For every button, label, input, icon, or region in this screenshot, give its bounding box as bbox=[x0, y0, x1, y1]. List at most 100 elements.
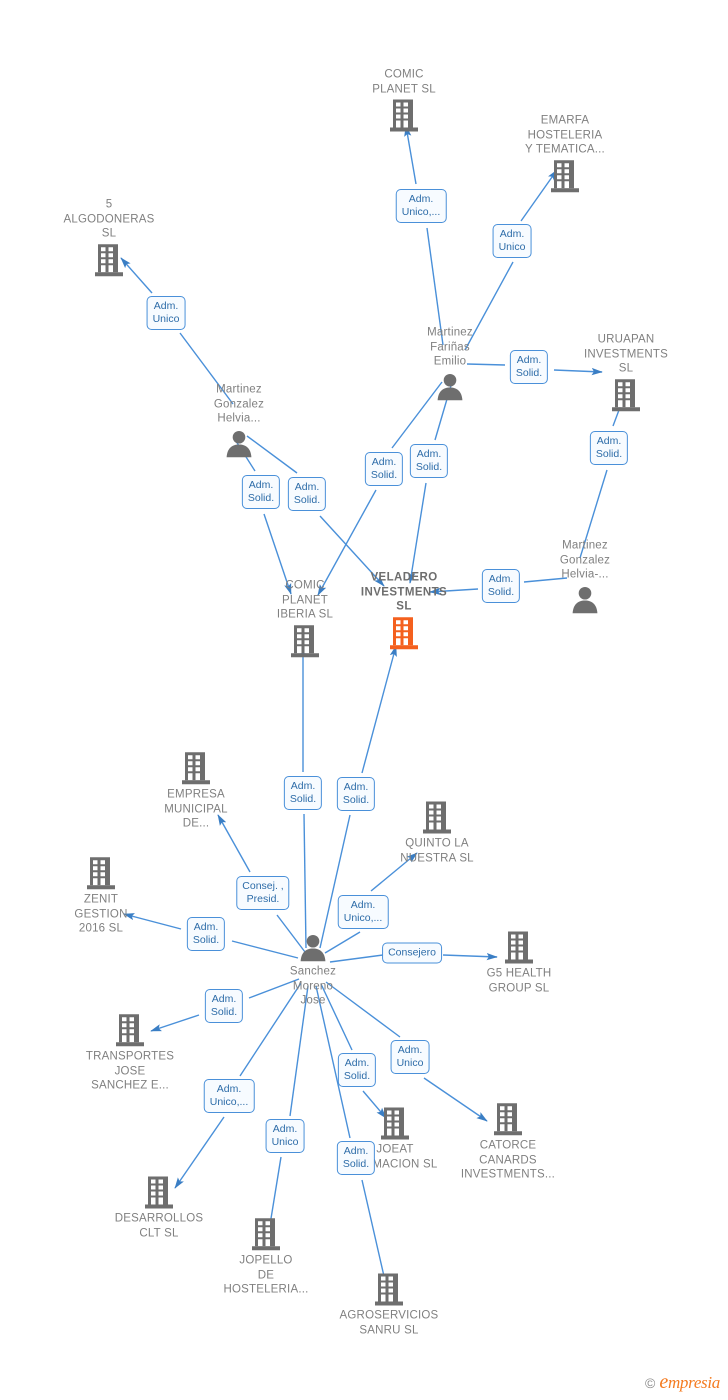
node-martinez_helvia2[interactable]: Martinez Gonzalez Helvia-... bbox=[515, 538, 655, 614]
building-icon bbox=[505, 931, 533, 964]
node-emarfa[interactable]: EMARFA HOSTELERIA Y TEMATICA... bbox=[495, 113, 635, 193]
building-icon bbox=[116, 1014, 144, 1047]
node-martinez_helvia[interactable]: Martinez Gonzalez Helvia... bbox=[169, 382, 309, 458]
brand-initial: e bbox=[659, 1371, 668, 1393]
relation-label-r10[interactable]: Adm. Solid. bbox=[481, 569, 521, 603]
node-zenit[interactable]: ZENIT GESTION 2016 SL bbox=[31, 856, 171, 936]
node-label: COMIC PLANET IBERIA SL bbox=[276, 579, 334, 621]
relation-label-r7[interactable]: Adm. Solid. bbox=[409, 444, 449, 478]
relation-label-r22[interactable]: Adm. Solid. bbox=[336, 1141, 376, 1175]
person-icon[interactable] bbox=[298, 932, 328, 962]
relation-label-r15[interactable]: Adm. Solid. bbox=[186, 917, 226, 951]
relation-label-r11[interactable]: Adm. Solid. bbox=[283, 776, 323, 810]
building-icon bbox=[423, 801, 451, 834]
building-icon[interactable] bbox=[94, 243, 124, 277]
building-icon bbox=[381, 1107, 409, 1140]
node-label: 5 ALGODONERAS SL bbox=[63, 198, 155, 240]
building-icon bbox=[551, 159, 579, 192]
person-icon[interactable] bbox=[570, 584, 600, 614]
person-icon[interactable] bbox=[224, 428, 254, 458]
node-uruapan[interactable]: URUAPAN INVESTMENTS SL bbox=[556, 332, 696, 412]
relation-label-r13[interactable]: Consej. , Presid. bbox=[236, 876, 290, 910]
relation-label-r2[interactable]: Adm. Unico bbox=[492, 224, 532, 258]
building-icon[interactable] bbox=[504, 931, 534, 965]
building-icon[interactable] bbox=[389, 616, 419, 650]
relation-label-r16[interactable]: Consejero bbox=[382, 942, 442, 964]
node-sanchez_moreno[interactable]: Sanchez Moreno Jose bbox=[243, 932, 383, 1008]
building-icon[interactable] bbox=[380, 1107, 410, 1141]
building-icon[interactable] bbox=[493, 1102, 523, 1136]
building-icon[interactable] bbox=[115, 1013, 145, 1047]
relation-label-r3[interactable]: Adm. Unico bbox=[146, 296, 186, 330]
relation-label-r5[interactable]: Adm. Solid. bbox=[589, 431, 629, 465]
building-icon bbox=[390, 99, 418, 132]
building-icon bbox=[182, 752, 210, 785]
building-icon bbox=[87, 857, 115, 890]
node-label: DESARROLLOS CLT SL bbox=[114, 1212, 204, 1240]
node-label: URUAPAN INVESTMENTS SL bbox=[584, 333, 668, 375]
relation-label-r12[interactable]: Adm. Solid. bbox=[336, 777, 376, 811]
building-icon[interactable] bbox=[181, 751, 211, 785]
building-icon bbox=[252, 1218, 280, 1251]
building-icon[interactable] bbox=[86, 856, 116, 890]
node-label: COMIC PLANET SL bbox=[372, 68, 436, 96]
building-icon bbox=[95, 243, 123, 276]
building-icon[interactable] bbox=[374, 1273, 404, 1307]
watermark: © empresia bbox=[645, 1371, 720, 1394]
person-icon bbox=[437, 373, 463, 400]
building-icon bbox=[375, 1273, 403, 1306]
node-label: ZENIT GESTION 2016 SL bbox=[74, 893, 128, 935]
node-label: QUINTO LA NUESTRA SL bbox=[400, 837, 474, 865]
node-label: Sanchez Moreno Jose bbox=[289, 965, 337, 1007]
node-quinto[interactable]: QUINTO LA NUESTRA SL bbox=[367, 801, 507, 866]
relation-label-r8[interactable]: Adm. Solid. bbox=[241, 475, 281, 509]
relation-label-r20[interactable]: Adm. Unico,... bbox=[203, 1079, 255, 1113]
node-empresa_municipal[interactable]: EMPRESA MUNICIPAL DE... bbox=[126, 751, 266, 831]
node-comic_planet[interactable]: COMIC PLANET SL bbox=[334, 68, 474, 133]
building-icon[interactable] bbox=[422, 801, 452, 835]
copyright-symbol: © bbox=[645, 1374, 656, 1391]
person-icon[interactable] bbox=[435, 371, 465, 401]
node-label: G5 HEALTH GROUP SL bbox=[486, 967, 552, 995]
node-label: VELADERO INVESTMENTS SL bbox=[360, 571, 448, 613]
relation-label-r4[interactable]: Adm. Solid. bbox=[509, 350, 549, 384]
node-label: EMARFA HOSTELERIA Y TEMATICA... bbox=[525, 114, 605, 156]
node-algodoneras[interactable]: 5 ALGODONERAS SL bbox=[39, 197, 179, 277]
network-diagram-canvas: COMIC PLANET SL EMARFA HOSTELERIA Y TEMAT… bbox=[0, 0, 728, 1400]
relation-label-r17[interactable]: Adm. Solid. bbox=[204, 989, 244, 1023]
brand-name: mpresia bbox=[667, 1373, 720, 1392]
node-label: CATORCE CANARDS INVESTMENTS... bbox=[460, 1139, 556, 1181]
building-icon bbox=[390, 616, 418, 649]
node-veladero[interactable]: VELADERO INVESTMENTS SL bbox=[334, 570, 474, 650]
relation-label-r14[interactable]: Adm. Unico,... bbox=[337, 895, 389, 929]
relation-label-r9[interactable]: Adm. Solid. bbox=[287, 477, 327, 511]
building-icon[interactable] bbox=[550, 159, 580, 193]
node-label: TRANSPORTES JOSE SANCHEZ E... bbox=[85, 1050, 175, 1092]
building-icon[interactable] bbox=[290, 624, 320, 658]
brand-logo: empresia bbox=[659, 1371, 720, 1394]
building-icon bbox=[145, 1176, 173, 1209]
node-label: EMPRESA MUNICIPAL DE... bbox=[164, 788, 228, 830]
relation-label-r6[interactable]: Adm. Solid. bbox=[364, 452, 404, 486]
node-label: Martinez Fariñas Emilio bbox=[427, 326, 473, 368]
building-icon[interactable] bbox=[144, 1176, 174, 1210]
building-icon[interactable] bbox=[611, 378, 641, 412]
node-catorce[interactable]: CATORCE CANARDS INVESTMENTS... bbox=[438, 1102, 578, 1182]
building-icon[interactable] bbox=[251, 1217, 281, 1251]
relation-label-r18[interactable]: Adm. Unico bbox=[390, 1040, 430, 1074]
relation-label-r19[interactable]: Adm. Solid. bbox=[337, 1053, 377, 1087]
node-g5_health[interactable]: G5 HEALTH GROUP SL bbox=[449, 931, 589, 996]
node-transportes[interactable]: TRANSPORTES JOSE SANCHEZ E... bbox=[60, 1013, 200, 1093]
node-label: JOPELLO DE HOSTELERIA... bbox=[223, 1254, 309, 1296]
node-jopello[interactable]: JOPELLO DE HOSTELERIA... bbox=[196, 1217, 336, 1297]
person-icon bbox=[300, 934, 326, 962]
node-label: Martinez Gonzalez Helvia... bbox=[213, 383, 265, 425]
node-label: AGROSERVICIOS SANRU SL bbox=[339, 1309, 439, 1337]
relation-label-r1[interactable]: Adm. Unico,... bbox=[395, 189, 447, 223]
building-icon[interactable] bbox=[389, 99, 419, 133]
node-agroservicios[interactable]: AGROSERVICIOS SANRU SL bbox=[319, 1273, 459, 1338]
person-icon bbox=[226, 430, 252, 457]
node-martinez_farinas[interactable]: Martinez Fariñas Emilio bbox=[380, 325, 520, 401]
relation-label-r21[interactable]: Adm. Unico bbox=[265, 1119, 305, 1153]
building-icon bbox=[612, 378, 640, 411]
